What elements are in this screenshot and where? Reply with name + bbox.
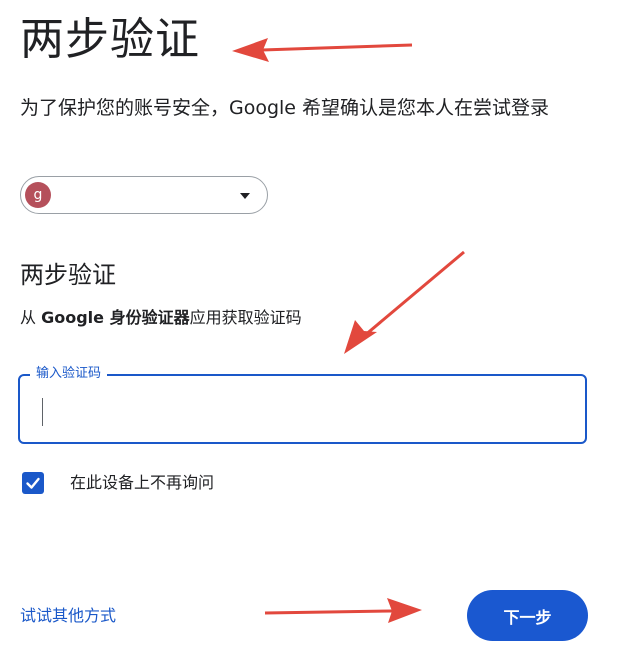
authenticator-app-name: Google 身份验证器 xyxy=(41,308,190,327)
annotation-arrowhead-title xyxy=(232,38,269,62)
try-other-way-link[interactable]: 试试其他方式 xyxy=(20,603,116,629)
code-field[interactable]: 输入验证码 xyxy=(18,365,587,444)
instruction-prefix: 从 xyxy=(20,308,42,327)
remember-checkbox[interactable] xyxy=(22,472,44,494)
annotation-arrow-code xyxy=(363,250,465,338)
avatar: g xyxy=(25,182,51,208)
annotation-arrowhead-next xyxy=(387,598,422,623)
code-field-label: 输入验证码 xyxy=(30,365,108,383)
instruction-suffix: 应用获取验证码 xyxy=(189,308,302,327)
annotation-arrow-title xyxy=(261,43,413,52)
account-selector[interactable]: g xyxy=(20,176,268,214)
code-input[interactable] xyxy=(34,390,568,428)
remember-label: 在此设备上不再询问 xyxy=(70,473,215,492)
page-title: 两步验证 xyxy=(20,14,200,65)
next-button[interactable]: 下一步 xyxy=(467,590,588,641)
text-cursor xyxy=(42,398,43,426)
checkmark-icon xyxy=(26,477,40,489)
intro-text: 为了保护您的账号安全，Google 希望确认是您本人在尝试登录 xyxy=(20,97,550,119)
instruction-text: 从 Google 身份验证器应用获取验证码 xyxy=(20,305,302,331)
chevron-down-icon xyxy=(240,193,250,199)
annotation-arrowhead-code xyxy=(344,320,377,354)
section-title: 两步验证 xyxy=(20,261,116,289)
annotation-arrow-next xyxy=(264,609,393,615)
